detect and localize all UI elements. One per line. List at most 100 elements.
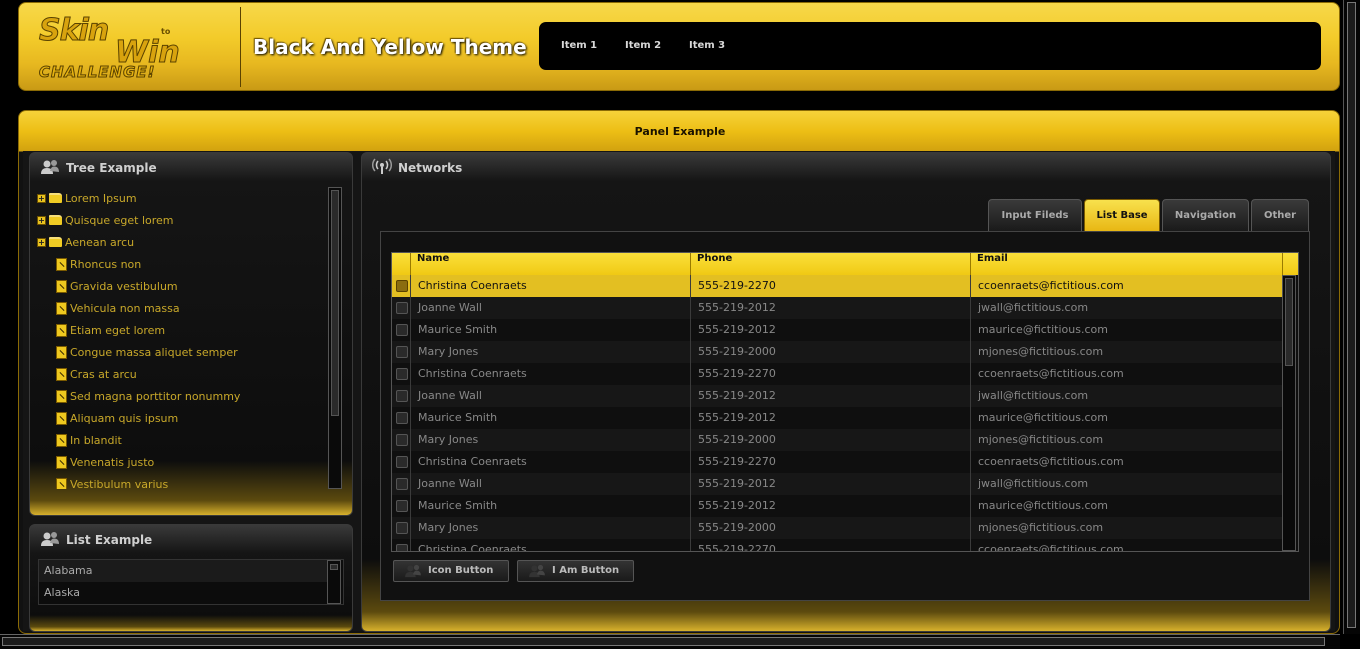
cell-phone: 555-219-2270 (698, 455, 776, 468)
row-checkbox[interactable] (396, 500, 408, 512)
row-checkbox[interactable] (396, 390, 408, 402)
table-row[interactable]: Maurice Smith 555-219-2012 maurice@fictiti… (392, 319, 1282, 341)
tree-leaf-node[interactable]: Vehicula non massa (37, 297, 327, 319)
tree-leaf-node[interactable]: Venenatis justo (37, 451, 327, 473)
row-checkbox[interactable] (396, 412, 408, 424)
header-divider (240, 7, 241, 87)
page-horizontal-scrollbar[interactable] (0, 634, 1340, 649)
expand-icon[interactable]: + (37, 237, 46, 247)
icon-button[interactable]: Icon Button (393, 560, 509, 582)
tab-list-base[interactable]: List Base (1084, 199, 1160, 232)
page-vertical-scroll-thumb[interactable] (1347, 2, 1356, 628)
row-checkbox[interactable] (396, 456, 408, 468)
table-row[interactable]: Christina Coenraets 555-219-2270 ccoenraet… (392, 363, 1282, 385)
document-icon (56, 301, 67, 315)
table-row[interactable]: Christina Coenraets 555-219-2270 ccoenraet… (392, 275, 1282, 297)
tree-leaf-node[interactable]: Cras at arcu (37, 363, 327, 385)
tree-node-label: Vestibulum varius (70, 477, 169, 490)
column-divider (410, 275, 411, 551)
tree-folder-node[interactable]: + Aenean arcu (37, 231, 327, 253)
tree-leaf-node[interactable]: Vestibulum varius (37, 473, 327, 489)
row-checkbox[interactable] (396, 280, 408, 292)
table-row[interactable]: Christina Coenraets 555-219-2270 ccoenraet… (392, 539, 1282, 552)
table-row[interactable]: Christina Coenraets 555-219-2270 ccoenraet… (392, 451, 1282, 473)
tree-leaf-node[interactable]: In blandit (37, 429, 327, 451)
table-row[interactable]: Joanne Wall 555-219-2012 jwall@fictitious.… (392, 385, 1282, 407)
cell-name: Maurice Smith (418, 499, 498, 512)
tree-node-label: Aenean arcu (65, 235, 135, 249)
tree-node-label: Sed magna porttitor nonummy (70, 389, 241, 403)
tree-leaf-node[interactable]: Etiam eget lorem (37, 319, 327, 341)
menu-item-3[interactable]: Item 3 (689, 40, 725, 51)
people-icon (41, 160, 59, 174)
tree-leaf-node[interactable]: Gravida vestibulum (37, 275, 327, 297)
tree-folder-node[interactable]: + Lorem Ipsum (37, 187, 327, 209)
list-scrollbar[interactable] (327, 560, 341, 604)
grid-body: Christina Coenraets 555-219-2270 ccoenraet… (392, 275, 1298, 551)
row-checkbox[interactable] (396, 478, 408, 490)
row-checkbox[interactable] (396, 302, 408, 314)
table-row[interactable]: Mary Jones 555-219-2000 mjones@fictitious.… (392, 429, 1282, 451)
cell-name: Joanne Wall (418, 301, 482, 314)
tree-leaf-node[interactable]: Congue massa aliquet semper (37, 341, 327, 363)
table-row[interactable]: Joanne Wall 555-219-2012 jwall@fictitious.… (392, 473, 1282, 495)
document-icon (56, 455, 67, 469)
tree-scrollbar[interactable] (328, 187, 342, 489)
tree-node-label: Etiam eget lorem (70, 323, 166, 337)
tree: + Lorem Ipsum + Quisque eget lorem + Aenean a… (37, 185, 347, 489)
table-row[interactable]: Mary Jones 555-219-2000 mjones@fictitious.… (392, 517, 1282, 539)
main-panel: Panel Example Tree Example + Lorem Ipsum +… (18, 110, 1340, 634)
tab-navigation[interactable]: Navigation (1162, 199, 1249, 232)
tab-other[interactable]: Other (1251, 199, 1309, 232)
table-row[interactable]: Mary Jones 555-219-2000 mjones@fictitious.… (392, 341, 1282, 363)
i-am-button[interactable]: I Am Button (517, 560, 634, 582)
list-item[interactable]: Alaska (39, 582, 327, 604)
list-item[interactable]: Alabama (39, 560, 327, 582)
row-checkbox[interactable] (396, 522, 408, 534)
cell-name: Mary Jones (418, 433, 479, 446)
expand-icon[interactable]: + (37, 193, 46, 203)
row-checkbox[interactable] (396, 324, 408, 336)
menu-item-1[interactable]: Item 1 (561, 40, 597, 51)
tree-folder-node[interactable]: + Quisque eget lorem (37, 209, 327, 231)
column-divider (970, 275, 971, 551)
cell-phone: 555-219-2270 (698, 279, 776, 292)
row-checkbox[interactable] (396, 544, 408, 551)
table-row[interactable]: Joanne Wall 555-219-2012 jwall@fictitious.… (392, 297, 1282, 319)
document-icon (56, 367, 67, 381)
expand-icon[interactable]: + (37, 215, 46, 225)
grid-scrollbar[interactable] (1282, 275, 1296, 551)
list-scroll-thumb[interactable] (330, 564, 338, 570)
document-icon (56, 279, 67, 293)
column-header-name[interactable]: Name (410, 253, 690, 275)
tree-node-label: Cras at arcu (70, 367, 137, 381)
row-checkbox[interactable] (396, 346, 408, 358)
column-header-phone[interactable]: Phone (690, 253, 970, 275)
people-icon (529, 564, 545, 578)
tree-leaf-node[interactable]: Sed magna porttitor nonummy (37, 385, 327, 407)
page-horizontal-scroll-thumb[interactable] (2, 637, 1325, 646)
tree-leaf-node[interactable]: Rhoncus non (37, 253, 327, 275)
cell-name: Joanne Wall (418, 389, 482, 402)
row-checkbox[interactable] (396, 434, 408, 446)
cell-email: mjones@fictitious.com (978, 433, 1104, 446)
column-header-email[interactable]: Email (970, 253, 1282, 275)
tree-node-label: Vehicula non massa (70, 301, 180, 315)
cell-name: Christina Coenraets (418, 543, 527, 552)
cell-name: Christina Coenraets (418, 455, 527, 468)
grid-scroll-thumb[interactable] (1285, 278, 1293, 366)
row-checkbox[interactable] (396, 368, 408, 380)
page-vertical-scrollbar[interactable] (1343, 0, 1360, 634)
tab-input-fields[interactable]: Input Fileds (988, 199, 1082, 232)
tree-scroll-thumb[interactable] (331, 190, 339, 416)
tree-leaf-node[interactable]: Aliquam quis ipsum (37, 407, 327, 429)
cell-email: jwall@fictitious.com (978, 477, 1089, 490)
menu-item-2[interactable]: Item 2 (625, 40, 661, 51)
cell-phone: 555-219-2012 (698, 477, 776, 490)
table-row[interactable]: Maurice Smith 555-219-2012 maurice@fictiti… (392, 407, 1282, 429)
tree-node-label: Quisque eget lorem (65, 213, 174, 227)
table-row[interactable]: Maurice Smith 555-219-2012 maurice@fictiti… (392, 495, 1282, 517)
cell-email: mjones@fictitious.com (978, 345, 1104, 358)
tree-node-label: Venenatis justo (70, 455, 155, 469)
cell-name: Joanne Wall (418, 477, 482, 490)
